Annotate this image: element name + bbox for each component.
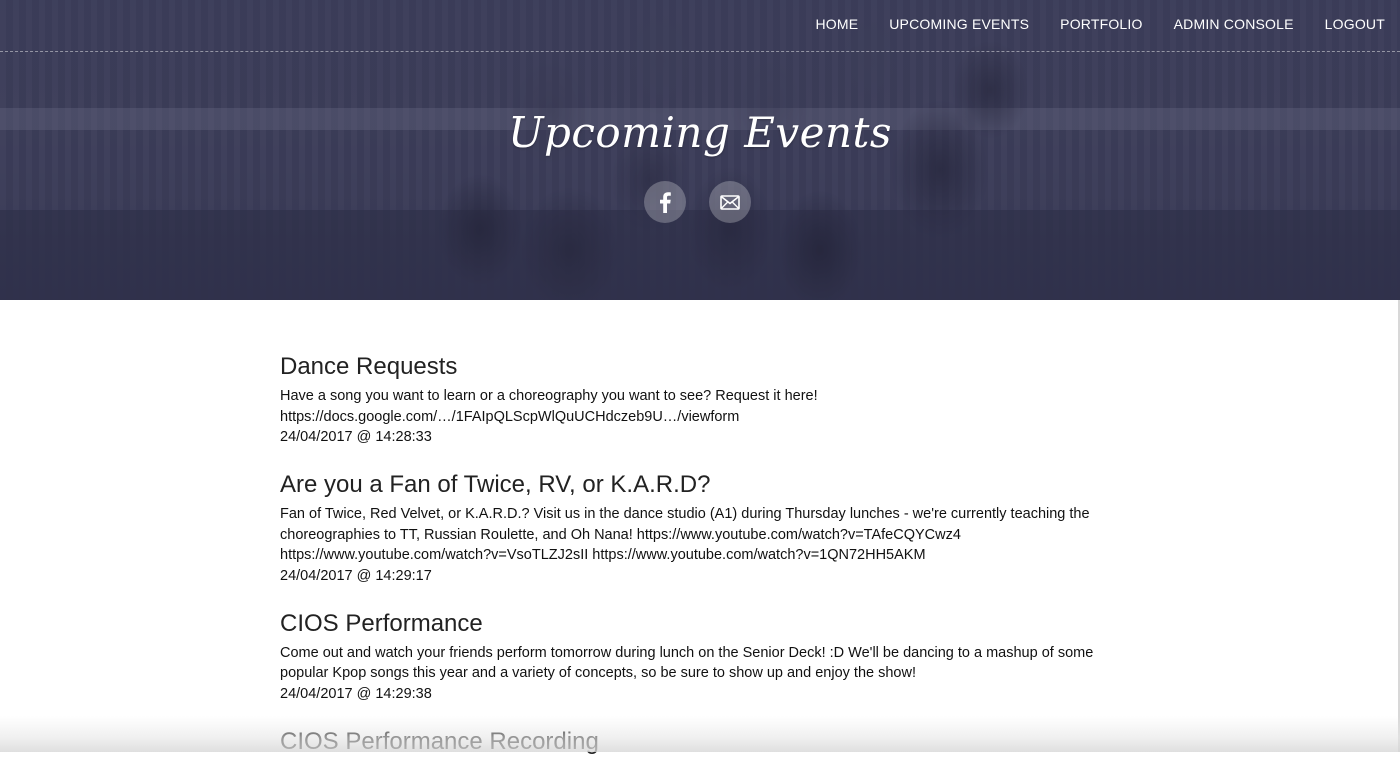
- event-item: Are you a Fan of Twice, RV, or K.A.R.D? …: [280, 470, 1110, 587]
- event-title: Dance Requests: [280, 352, 1110, 382]
- nav-menu: HOME UPCOMING EVENTS PORTFOLIO ADMIN CON…: [815, 16, 1385, 34]
- nav-home[interactable]: HOME: [815, 16, 858, 32]
- event-description: Have a song you want to learn or a chore…: [280, 386, 1110, 427]
- event-item: CIOS Performance Recording: [280, 727, 1110, 757]
- event-description: Come out and watch your friends perform …: [280, 643, 1110, 684]
- nav-admin-console[interactable]: ADMIN CONSOLE: [1174, 16, 1294, 32]
- facebook-icon: [658, 191, 672, 213]
- hero-banner: HOME UPCOMING EVENTS PORTFOLIO ADMIN CON…: [0, 0, 1400, 300]
- event-item: Dance Requests Have a song you want to l…: [280, 352, 1110, 448]
- event-title: CIOS Performance Recording: [280, 727, 1110, 757]
- facebook-button[interactable]: [644, 181, 686, 223]
- event-timestamp: 24/04/2017 @ 14:28:33: [280, 427, 1110, 448]
- email-button[interactable]: [709, 181, 751, 223]
- event-timestamp: 24/04/2017 @ 14:29:38: [280, 684, 1110, 705]
- top-navigation: HOME UPCOMING EVENTS PORTFOLIO ADMIN CON…: [0, 0, 1400, 52]
- event-title: Are you a Fan of Twice, RV, or K.A.R.D?: [280, 470, 1110, 500]
- event-title: CIOS Performance: [280, 609, 1110, 639]
- events-list: Dance Requests Have a song you want to l…: [280, 352, 1110, 779]
- mail-icon: [720, 195, 740, 210]
- nav-logout[interactable]: LOGOUT: [1325, 16, 1385, 32]
- page-title: Upcoming Events: [0, 108, 1400, 157]
- event-item: CIOS Performance Come out and watch your…: [280, 609, 1110, 705]
- event-timestamp: 24/04/2017 @ 14:29:17: [280, 566, 1110, 587]
- social-links: [644, 181, 751, 223]
- nav-portfolio[interactable]: PORTFOLIO: [1060, 16, 1142, 32]
- nav-upcoming-events[interactable]: UPCOMING EVENTS: [889, 16, 1029, 32]
- event-description: Fan of Twice, Red Velvet, or K.A.R.D.? V…: [280, 504, 1110, 566]
